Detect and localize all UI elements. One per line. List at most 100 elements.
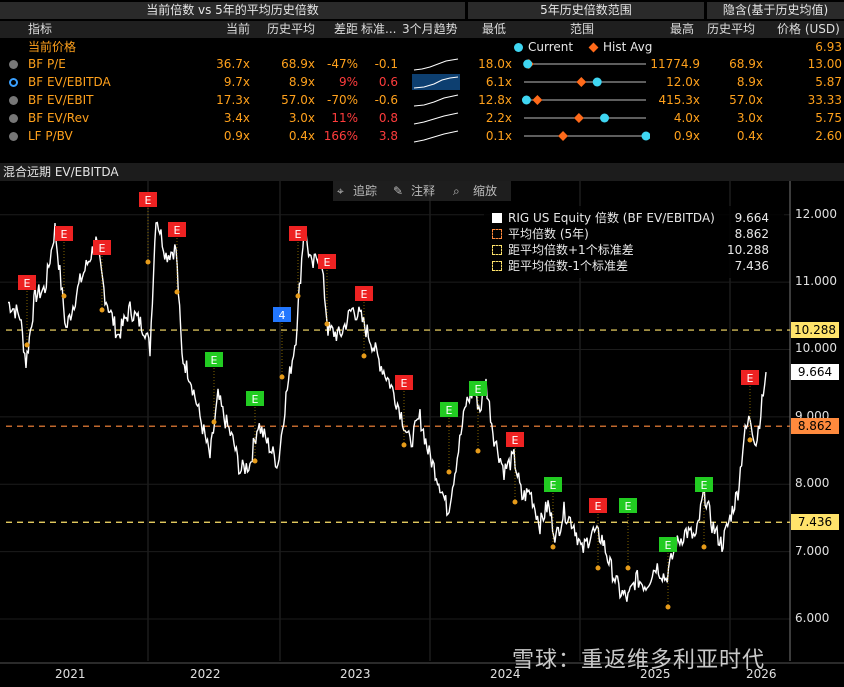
col-range[interactable]: 范围 xyxy=(570,21,594,38)
legend-row[interactable]: 距平均倍数-1个标准差 7.436 xyxy=(492,258,777,274)
event-point xyxy=(665,604,671,610)
row-implied-price: 13.00 xyxy=(807,57,842,71)
hist-avg-marker xyxy=(573,113,584,123)
legend-swatch xyxy=(492,229,502,239)
row-hist-avg: 57.0x xyxy=(281,93,315,107)
col-max[interactable]: 最高 xyxy=(670,21,694,38)
earnings-event-label: E xyxy=(145,194,152,207)
row-std: 3.8 xyxy=(378,129,398,143)
col-hist-avg[interactable]: 历史平均 xyxy=(255,21,315,38)
hist-avg-marker xyxy=(558,131,568,141)
row-max: 11774.9 xyxy=(650,57,700,71)
current-marker xyxy=(600,113,610,123)
row-current: 9.7x xyxy=(223,75,250,89)
range-bar xyxy=(521,95,646,105)
legend-row[interactable]: 距平均倍数+1个标准差 10.288 xyxy=(492,242,777,258)
col-std[interactable]: 标准... xyxy=(361,21,396,38)
row-metric: BF EV/Rev xyxy=(28,111,90,125)
earnings-event-label: E xyxy=(295,228,302,241)
row-current: 0.9x xyxy=(223,129,250,143)
row-min: 0.1x xyxy=(485,129,512,143)
current-legend-dot xyxy=(514,43,523,52)
row-select-radio[interactable] xyxy=(9,96,18,105)
row-metric: BF P/E xyxy=(28,57,66,71)
row-implied-price: 33.33 xyxy=(807,93,842,107)
col-implied-avg[interactable]: 历史平均 xyxy=(707,21,755,38)
event-point xyxy=(701,544,707,550)
value-tag: 8.862 xyxy=(791,418,839,435)
row-select-radio[interactable] xyxy=(9,78,18,87)
event-point xyxy=(401,442,407,448)
x-tick-label: 2022 xyxy=(190,667,221,681)
earnings-event-label: E xyxy=(24,277,31,290)
col-price[interactable]: 价格 (USD) xyxy=(777,21,840,38)
earnings-event-label: E xyxy=(401,377,408,390)
row-implied-price: 2.60 xyxy=(815,129,842,143)
event-point xyxy=(211,419,217,425)
event-point xyxy=(625,565,631,571)
row-gap: 9% xyxy=(338,75,358,89)
event-point xyxy=(61,293,67,299)
col-metric[interactable]: 指标 xyxy=(28,21,52,38)
row-select-radio[interactable] xyxy=(9,60,18,69)
earnings-event-label: E xyxy=(665,539,672,552)
multiples-table: 当前倍数 vs 5年的平均历史倍数 5年历史倍数范围 隐含(基于历史均值) 指标… xyxy=(0,0,844,146)
row-max: 415.3x xyxy=(658,93,700,107)
y-tick-label: 12.000 xyxy=(795,206,837,221)
earnings-event-label: E xyxy=(475,383,482,396)
current-marker xyxy=(523,59,533,69)
range-bar xyxy=(524,113,646,123)
row-select-radio[interactable] xyxy=(9,114,18,123)
row-implied-price: 5.87 xyxy=(815,75,842,89)
col-trend[interactable]: 3个月趋势 xyxy=(402,21,458,38)
y-tick-label: 11.000 xyxy=(795,274,837,289)
range-bar xyxy=(523,59,646,69)
legend-row[interactable]: RIG US Equity 倍数 (BF EV/EBITDA) 9.664 xyxy=(492,210,777,226)
event-point xyxy=(595,565,601,571)
legend-value: 10.288 xyxy=(727,243,769,257)
earnings-event-label: E xyxy=(512,434,519,447)
row-max: 0.9x xyxy=(673,129,700,143)
row-hist-avg: 8.9x xyxy=(288,75,315,89)
earnings-event-label: E xyxy=(252,393,259,406)
table-band-range: 5年历史倍数范围 xyxy=(468,2,704,19)
legend-swatch xyxy=(492,213,502,223)
chart-title: 混合远期 EV/EBITDA xyxy=(0,163,844,181)
earnings-event-label: E xyxy=(625,500,632,513)
earnings-event-label: E xyxy=(550,479,557,492)
earnings-event-label: E xyxy=(174,224,181,237)
earnings-event-label: E xyxy=(446,404,453,417)
event-point xyxy=(361,353,367,359)
col-gap[interactable]: 差距 xyxy=(320,21,358,38)
current-marker xyxy=(521,95,531,105)
col-current[interactable]: 当前 xyxy=(200,21,250,38)
earnings-event-label: E xyxy=(211,354,218,367)
y-tick-label: 6.000 xyxy=(795,611,830,626)
y-tick-label: 7.000 xyxy=(795,543,830,558)
row-implied-price: 5.75 xyxy=(815,111,842,125)
earnings-event-label: E xyxy=(361,288,368,301)
hist-avg-marker xyxy=(576,77,587,87)
trend-sparkline xyxy=(412,74,460,90)
col-min[interactable]: 最低 xyxy=(482,21,506,38)
row-min: 6.1x xyxy=(485,75,512,89)
row-gap: 11% xyxy=(331,111,358,125)
row-min: 12.8x xyxy=(478,93,512,107)
earnings-event-label: E xyxy=(701,479,708,492)
hist-avg-legend-label: Hist Avg xyxy=(603,40,653,54)
legend-label: 平均倍数 (5年) xyxy=(508,227,589,241)
current-marker xyxy=(641,131,650,141)
x-tick-label: 2021 xyxy=(55,667,86,681)
event-point xyxy=(174,289,180,295)
x-tick-label: 2023 xyxy=(340,667,371,681)
row-max: 4.0x xyxy=(673,111,700,125)
trend-sparkline xyxy=(412,92,460,108)
row-hist-avg: 0.4x xyxy=(288,129,315,143)
hist-avg-legend-diamond xyxy=(588,42,599,53)
row-min: 2.2x xyxy=(485,111,512,125)
legend-label: 距平均倍数-1个标准差 xyxy=(508,259,628,273)
earnings-event-label: E xyxy=(61,228,68,241)
legend-row[interactable]: 平均倍数 (5年) 8.862 xyxy=(492,226,777,242)
row-select-radio[interactable] xyxy=(9,132,18,141)
trend-sparkline xyxy=(412,128,460,144)
